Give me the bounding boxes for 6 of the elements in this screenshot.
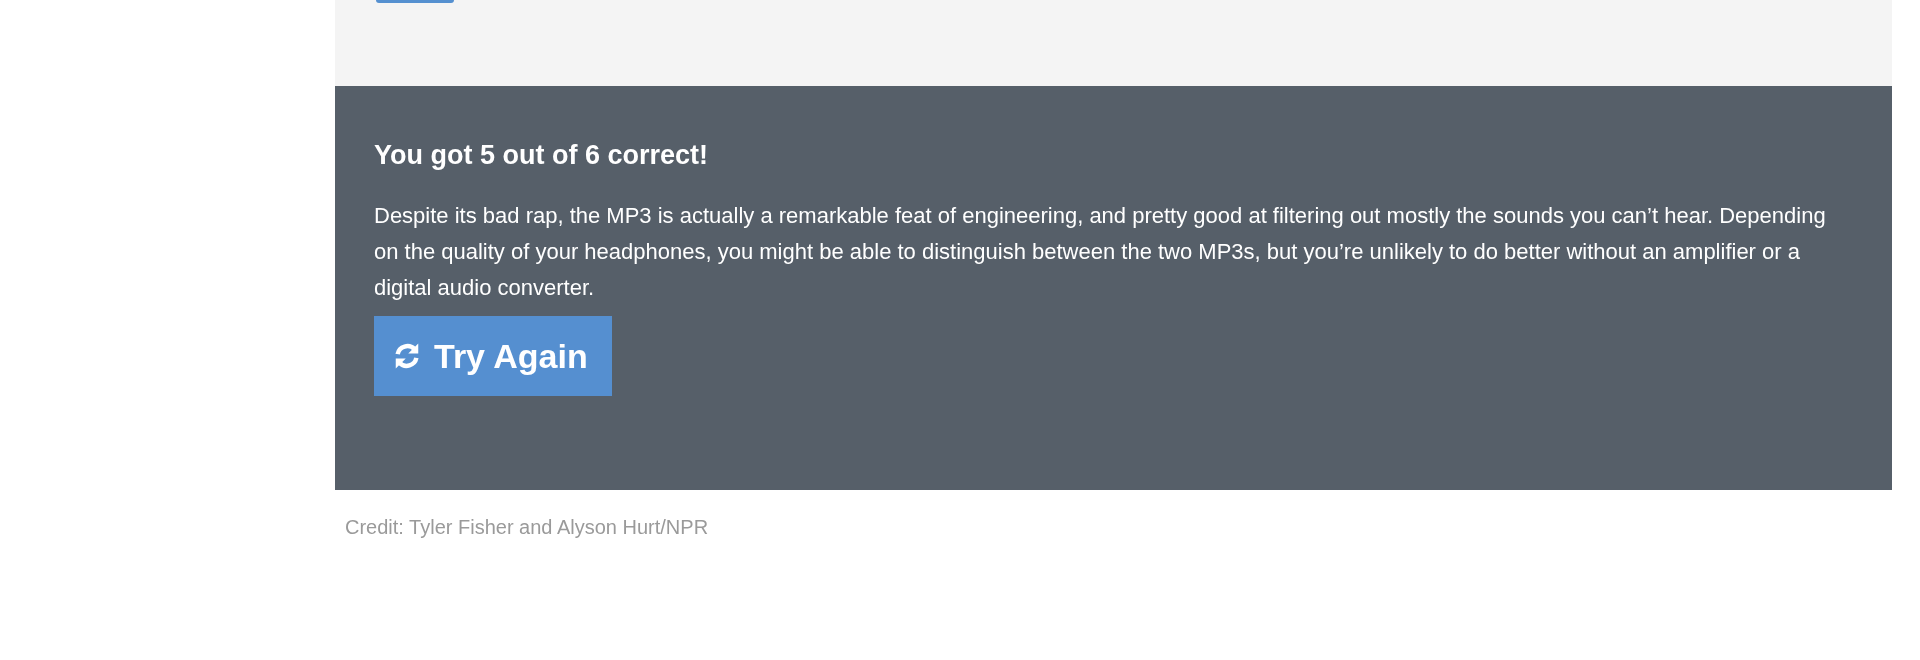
result-title: You got 5 out of 6 correct!: [374, 139, 709, 172]
refresh-icon: [392, 341, 422, 371]
result-message: Despite its bad rap, the MP3 is actually a remarkable feat of engineering, and pretty good at filtering out mostly the sounds you can’t hear. Depending on the quality of your headphones, you might be able to distinguish between the two MP3s, but you’re unlikely to do better without an amplifier or a digital audio converter.: [374, 202, 1827, 302]
cut-off-button[interactable]: [376, 0, 454, 3]
credit-text: Credit: Tyler Fisher and Alyson Hurt/NPR: [344, 515, 710, 539]
try-again-button[interactable]: Try Again: [374, 316, 612, 396]
